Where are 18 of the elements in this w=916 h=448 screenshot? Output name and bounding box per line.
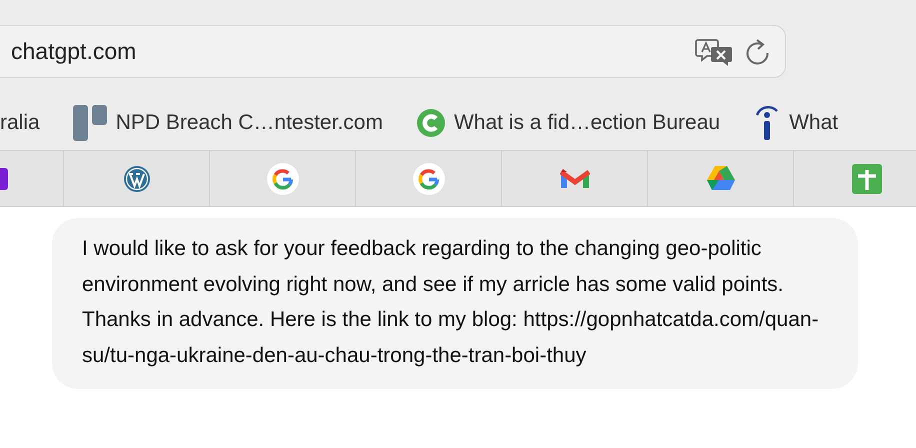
drive-icon[interactable] (704, 164, 736, 192)
reload-icon[interactable] (745, 38, 771, 66)
plus-icon[interactable] (852, 164, 882, 194)
bookmark-link[interactable]: What is a fid…ection Bureau (454, 110, 720, 134)
bookmark-link[interactable]: What (789, 110, 838, 134)
bookmark-link[interactable]: NPD Breach C…ntester.com (116, 110, 383, 134)
address-field[interactable]: chatgpt.com (0, 25, 786, 78)
url-text: chatgpt.com (11, 38, 138, 65)
info-icon (754, 104, 780, 140)
letter-c-icon (416, 108, 445, 136)
google-icon[interactable] (266, 162, 298, 194)
mail-icon[interactable] (560, 168, 590, 190)
wordpress-icon[interactable] (122, 164, 150, 192)
bookmark[interactable]: ralia (0, 110, 48, 134)
google-icon[interactable] (412, 162, 444, 194)
message-text: I would like to ask for your feedback regarding to the changing geo-politic environment evolving right now, and see if my arricle has some valid points. Thanks in advance. Here is the link to my blog: https://gopnhatcatda.com/quan-su/tu-nga-ukraine-den-au-chau-trong-the-tran-boi-thuy (82, 236, 820, 369)
translate-icon[interactable] (695, 36, 735, 66)
panels-icon (72, 104, 107, 140)
